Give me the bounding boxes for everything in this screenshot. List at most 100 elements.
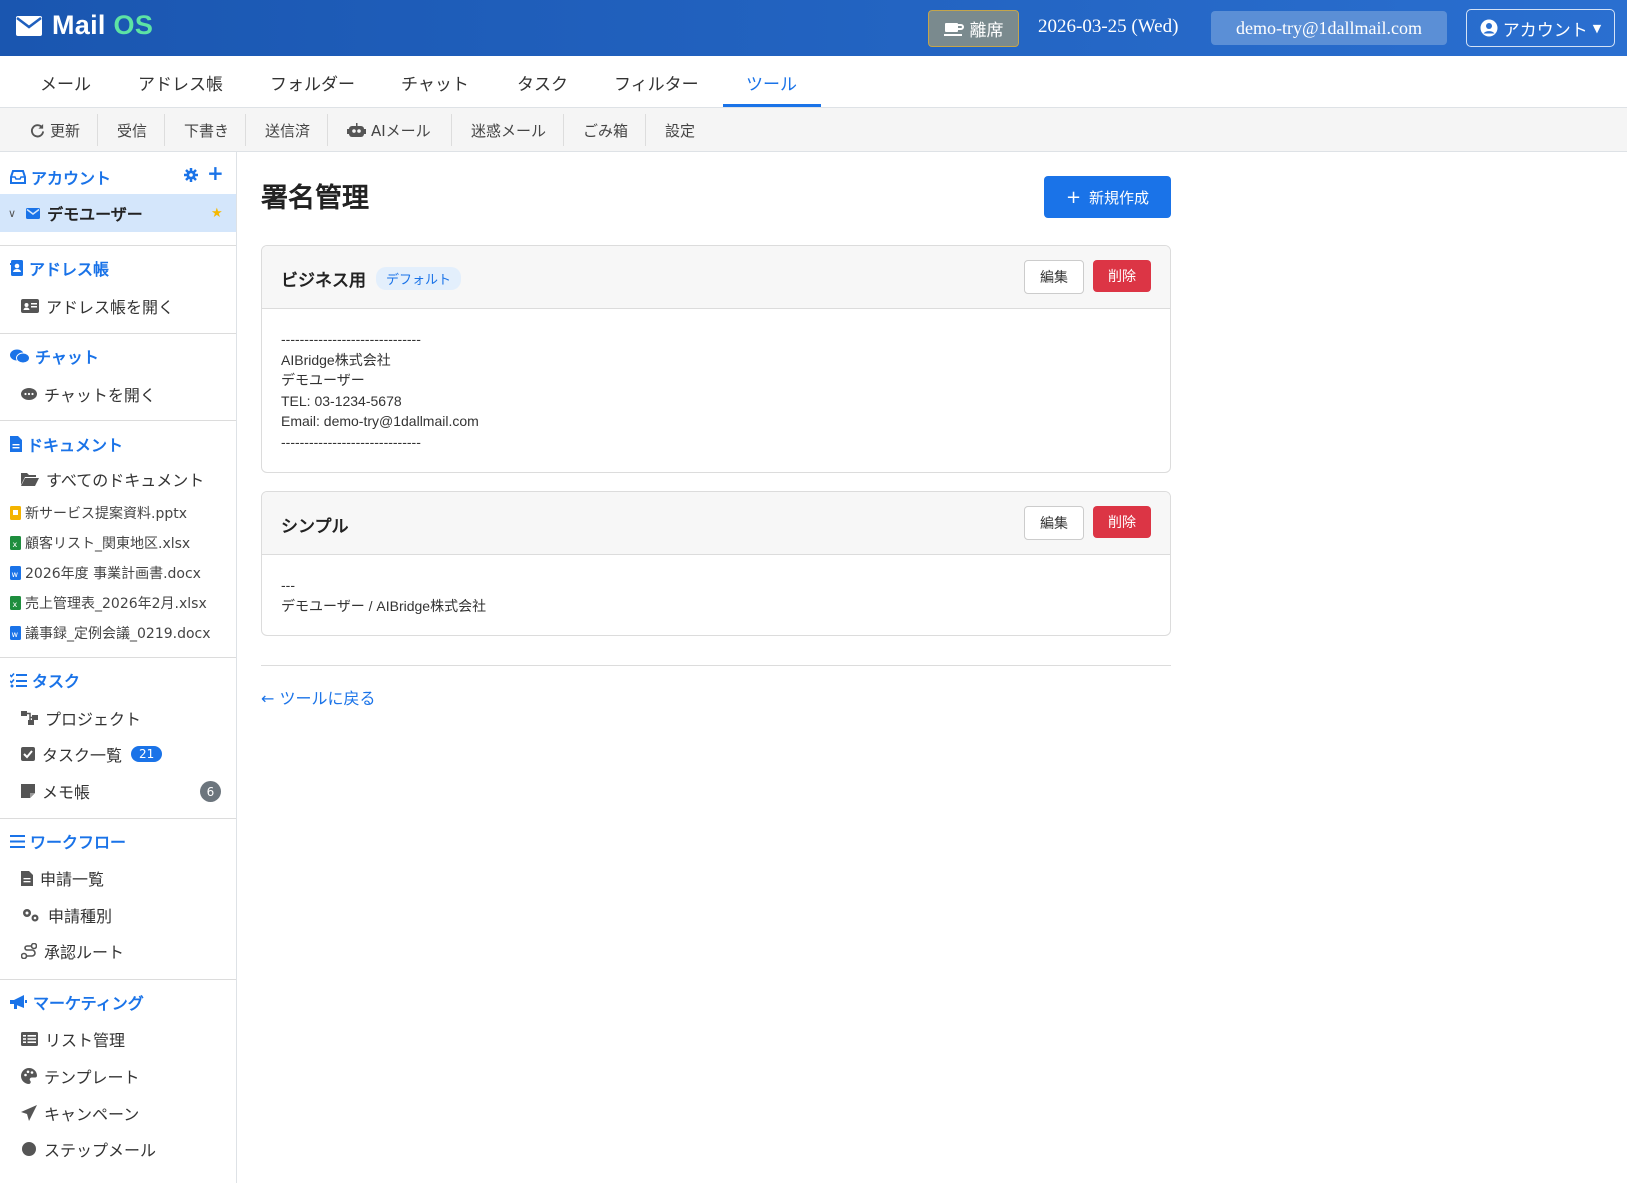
route-icon (21, 943, 37, 959)
refresh-icon (31, 123, 45, 137)
star-icon[interactable]: ★ (211, 206, 223, 221)
document-item[interactable]: x 顧客リスト_関東地区.xlsx (10, 533, 190, 553)
divider (0, 420, 236, 421)
separator (451, 114, 452, 146)
marketing-heading[interactable]: マーケティング (10, 990, 144, 1014)
requests-label: 申請一覧 (40, 870, 105, 889)
memo-label: メモ帳 (42, 783, 91, 802)
document-name: 顧客リスト_関東地区.xlsx (25, 536, 191, 552)
tasks-title: タスク (32, 672, 81, 691)
tab-mail[interactable]: メール (40, 56, 91, 108)
current-email[interactable]: demo-try@1dallmail.com (1211, 11, 1447, 45)
account-item-demo-user[interactable]: ∨ デモユーザー ★ (0, 194, 236, 232)
list-management-link[interactable]: リスト管理 (21, 1027, 125, 1051)
comment-dots-icon (21, 388, 37, 400)
document-item[interactable]: w 2026年度 事業計画書.docx (10, 563, 201, 583)
accounts-heading[interactable]: アカウント (10, 165, 111, 189)
spam-button[interactable]: 迷惑メール (471, 108, 546, 152)
separator (327, 114, 328, 146)
open-chat-link[interactable]: チャットを開く (21, 382, 156, 406)
tab-folders[interactable]: フォルダー (270, 56, 355, 108)
away-button[interactable]: 離席 (928, 10, 1019, 47)
refresh-button[interactable]: 更新 (30, 108, 80, 152)
chat-heading[interactable]: チャット (10, 344, 99, 368)
bars-icon (10, 834, 25, 848)
file-lines-icon (21, 870, 33, 886)
approval-routes-link[interactable]: 承認ルート (21, 939, 124, 963)
away-label: 離席 (969, 21, 1004, 41)
coffee-icon (943, 22, 964, 36)
request-types-label: 申請種別 (48, 907, 113, 926)
templates-link[interactable]: テンプレート (21, 1064, 140, 1088)
paper-plane-icon (21, 1105, 37, 1121)
addressbook-heading[interactable]: アドレス帳 (10, 256, 109, 280)
documents-heading[interactable]: ドキュメント (10, 432, 123, 456)
back-to-tools-link[interactable]: ← ツールに戻る (261, 685, 376, 709)
add-account-icon[interactable]: + (207, 161, 224, 185)
open-addressbook-link[interactable]: アドレス帳を開く (21, 294, 174, 318)
separator (645, 114, 646, 146)
check-square-icon (21, 747, 35, 761)
xlsx-file-icon: x (10, 536, 21, 550)
plus-icon: + (1065, 186, 1082, 208)
templates-label: テンプレート (44, 1068, 140, 1087)
step-mail-label: ステップメール (44, 1141, 157, 1160)
drafts-button[interactable]: 下書き (184, 108, 229, 152)
docx-file-icon: w (10, 566, 21, 580)
edit-button[interactable]: 編集 (1024, 506, 1084, 540)
documents-title: ドキュメント (27, 436, 124, 455)
new-signature-button[interactable]: + 新規作成 (1044, 176, 1171, 218)
tab-addressbook[interactable]: アドレス帳 (138, 56, 223, 108)
ai-mail-button[interactable]: AIメール (347, 108, 431, 152)
request-types-link[interactable]: 申請種別 (21, 903, 112, 927)
sitemap-icon (21, 711, 38, 725)
tab-chat[interactable]: チャット (401, 56, 469, 108)
addressbook-title: アドレス帳 (29, 260, 110, 279)
account-menu-button[interactable]: アカウント ▼ (1466, 9, 1615, 47)
step-mail-link[interactable]: ステップメール (21, 1137, 156, 1161)
tasks-heading[interactable]: タスク (10, 668, 80, 692)
document-name: 議事録_定例会議_0219.docx (25, 626, 211, 642)
document-item[interactable]: x 売上管理表_2026年2月.xlsx (10, 593, 207, 613)
account-settings-icon[interactable] (184, 168, 198, 186)
task-list-link[interactable]: タスク一覧 21 (21, 742, 163, 766)
chat-title: チャット (35, 348, 99, 367)
delete-button[interactable]: 削除 (1093, 506, 1151, 538)
signature-name: シンプル (281, 512, 349, 537)
divider (0, 979, 236, 980)
document-item[interactable]: w 議事録_定例会議_0219.docx (10, 623, 211, 643)
account-label: アカウント (1502, 20, 1588, 41)
campaigns-link[interactable]: キャンペーン (21, 1101, 139, 1125)
projects-link[interactable]: プロジェクト (21, 706, 141, 730)
tab-tasks[interactable]: タスク (517, 56, 568, 108)
envelope-icon (16, 15, 42, 36)
ai-mail-label: AIメール (371, 121, 431, 140)
signature-card-header: シンプル 編集 削除 (262, 492, 1170, 555)
delete-button[interactable]: 削除 (1093, 260, 1151, 292)
inbox-button[interactable]: 受信 (117, 108, 147, 152)
sub-toolbar: 更新 受信 下書き 送信済 AIメール 迷惑メール ごみ箱 設定 (0, 108, 1627, 152)
sent-button[interactable]: 送信済 (265, 108, 310, 152)
id-card-icon (21, 299, 39, 313)
trash-button[interactable]: ごみ箱 (583, 108, 628, 152)
brand-logo[interactable]: Mail OS (16, 10, 153, 41)
requests-link[interactable]: 申請一覧 (21, 866, 104, 890)
tab-tools[interactable]: ツール (746, 56, 797, 108)
settings-button[interactable]: 設定 (665, 108, 695, 152)
signature-name-text: シンプル (281, 517, 349, 537)
document-item[interactable]: 新サービス提案資料.pptx (10, 503, 187, 523)
signature-body: --- デモユーザー / AIBridge株式会社 (281, 577, 487, 614)
table-list-icon (21, 1032, 38, 1046)
address-book-icon (10, 260, 23, 276)
bullhorn-icon (10, 994, 27, 1009)
edit-button[interactable]: 編集 (1024, 260, 1084, 294)
refresh-label: 更新 (50, 121, 81, 140)
signature-card-header: ビジネス用 デフォルト 編集 削除 (262, 246, 1170, 309)
inbox-icon (10, 170, 26, 184)
all-documents-link[interactable]: すべてのドキュメント (21, 467, 204, 491)
tab-filters[interactable]: フィルター (614, 56, 699, 108)
workflow-heading[interactable]: ワークフロー (10, 829, 126, 853)
accounts-title: アカウント (31, 169, 112, 188)
docx-file-icon: w (10, 626, 21, 640)
envelope-icon (26, 207, 41, 219)
